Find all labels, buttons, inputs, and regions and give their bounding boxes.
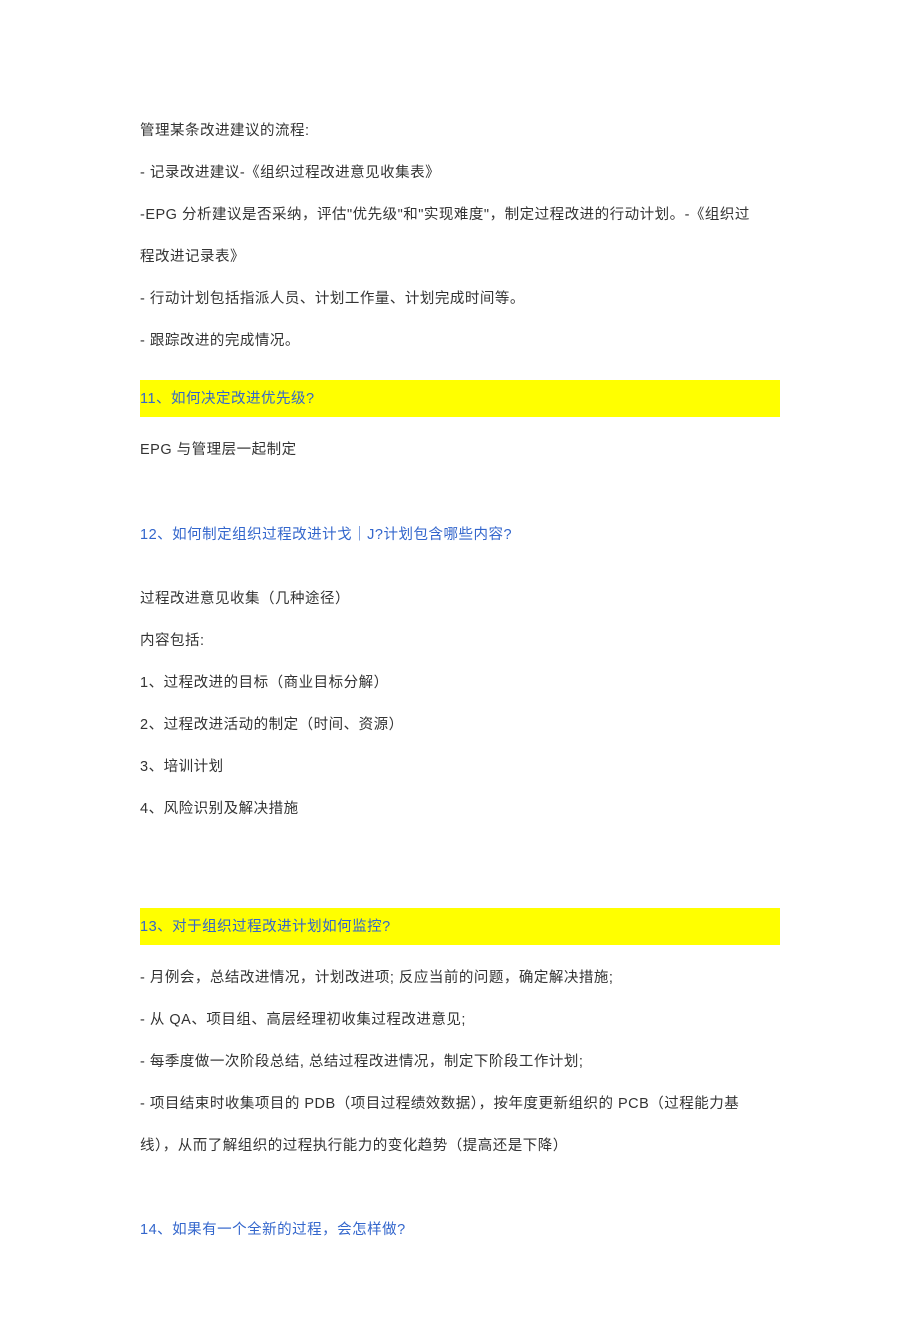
answer-12-intro: 内容包括: [140,620,780,662]
spacer [140,472,780,514]
answer-13-item: - 月例会，总结改进情况，计划改进项; 反应当前的问题，确定解决措施; [140,957,780,999]
document-page: 管理某条改进建议的流程: - 记录改进建议-《组织过程改进意见收集表》 -EPG… [0,0,920,1331]
answer-12-item: 4、风险识别及解决措施 [140,788,780,830]
process-step: - 行动计划包括指派人员、计划工作量、计划完成时间等。 [140,278,780,320]
answer-11: EPG 与管理层一起制定 [140,429,780,471]
question-11: 11、如何决定改进优先级? [140,388,780,411]
spacer [140,556,780,578]
answer-12-item: 3、培训计划 [140,746,780,788]
answer-12-intro: 过程改进意见收集（几种途径） [140,578,780,620]
process-step: -EPG 分析建议是否采纳，评估"优先级"和"实现难度"，制定过程改进的行动计划… [140,194,780,236]
spacer [140,830,780,890]
question-13: 13、对于组织过程改进计划如何监控? [140,916,780,939]
process-step: - 记录改进建议-《组织过程改进意见收集表》 [140,152,780,194]
answer-13-item: - 每季度做一次阶段总结, 总结过程改进情况，制定下阶段工作计划; [140,1041,780,1083]
question-11-highlight: 11、如何决定改进优先级? [140,380,780,417]
question-12: 12、如何制定组织过程改进计戈｜J?计划包含哪些内容? [140,514,780,556]
question-14: 14、如果有一个全新的过程，会怎样做? [140,1209,780,1251]
answer-12-item: 1、过程改进的目标（商业目标分解） [140,662,780,704]
answer-13-item: 线），从而了解组织的过程执行能力的变化趋势（提高还是下降） [140,1125,780,1167]
process-step: 程改进记录表》 [140,236,780,278]
answer-13-item: - 项目结束时收集项目的 PDB（项目过程绩效数据），按年度更新组织的 PCB（… [140,1083,780,1125]
answer-13-item: - 从 QA、项目组、高层经理初收集过程改进意见; [140,999,780,1041]
answer-12-item: 2、过程改进活动的制定（时间、资源） [140,704,780,746]
process-step: - 跟踪改进的完成情况。 [140,320,780,362]
spacer [140,1167,780,1209]
question-13-highlight: 13、对于组织过程改进计划如何监控? [140,908,780,945]
process-heading: 管理某条改进建议的流程: [140,110,780,152]
